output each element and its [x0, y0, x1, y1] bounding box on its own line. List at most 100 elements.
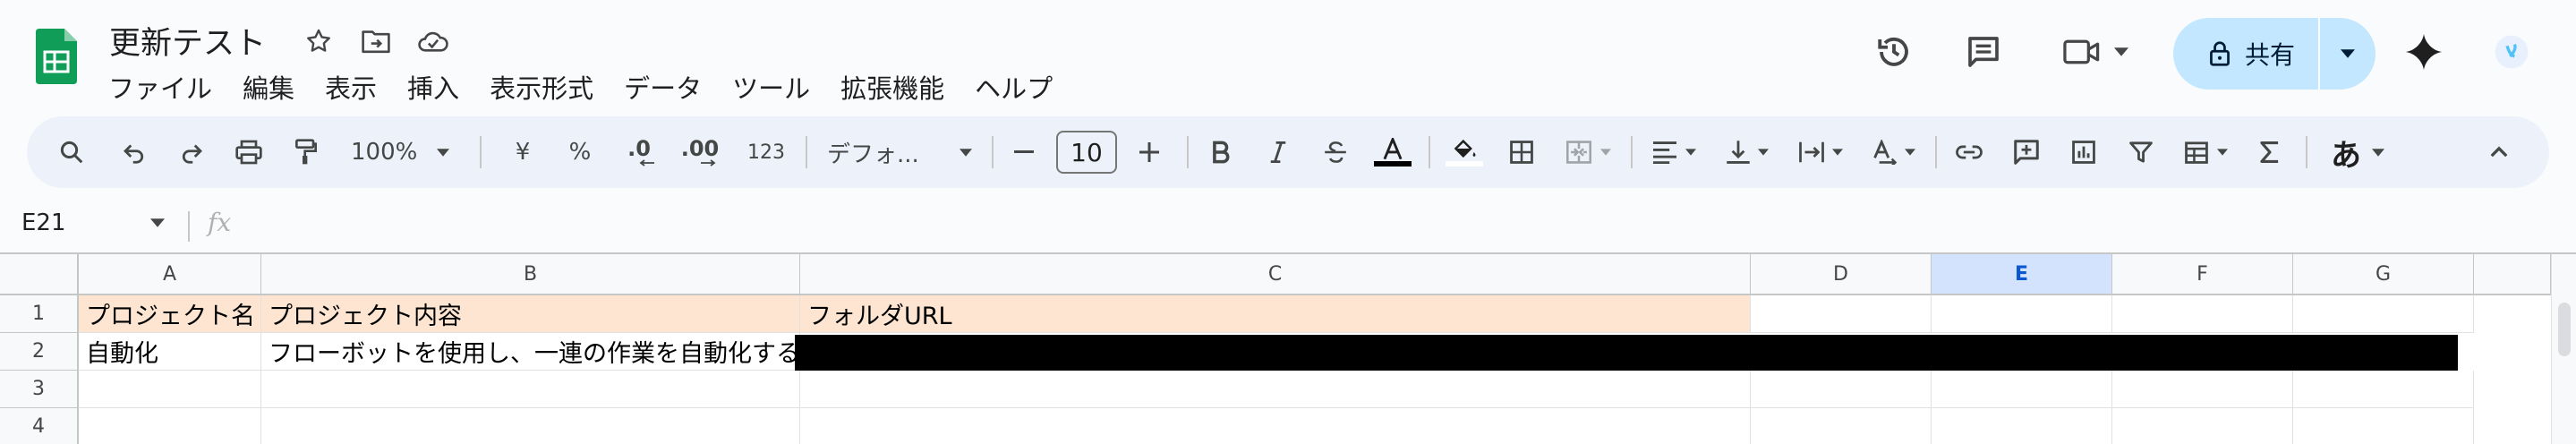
menu-help[interactable]: ヘルプ: [960, 64, 1068, 106]
row-header-4[interactable]: 4: [0, 408, 79, 444]
sheets-logo[interactable]: [36, 29, 77, 84]
increase-font-size-button[interactable]: [1124, 127, 1174, 177]
name-box[interactable]: E21: [21, 209, 66, 236]
search-icon[interactable]: [47, 127, 97, 177]
percent-format-button[interactable]: %: [555, 127, 605, 177]
number-format-button[interactable]: 123: [739, 127, 793, 177]
account-avatar[interactable]: [2486, 27, 2537, 77]
table-icon[interactable]: [2171, 127, 2239, 177]
cell-c4[interactable]: [800, 408, 1751, 444]
cell-f3[interactable]: [2112, 371, 2293, 408]
link-icon[interactable]: [1944, 127, 1994, 177]
history-icon[interactable]: [1869, 27, 1919, 77]
font-family-select[interactable]: デフォ...: [815, 127, 985, 177]
cell-d4[interactable]: [1751, 408, 1932, 444]
currency-format-button[interactable]: ¥: [498, 127, 548, 177]
toolbar-divider: [1429, 136, 1430, 168]
font-size-input[interactable]: 10: [1056, 131, 1117, 174]
merge-icon[interactable]: [1552, 127, 1624, 177]
column-header-d[interactable]: D: [1751, 254, 1932, 295]
text-color-icon[interactable]: [1364, 127, 1421, 177]
italic-icon[interactable]: [1253, 127, 1303, 177]
decrease-font-size-button[interactable]: [999, 127, 1049, 177]
menu-data[interactable]: データ: [609, 64, 717, 106]
cell-d1[interactable]: [1751, 295, 1932, 333]
comment-icon[interactable]: [1958, 27, 2009, 77]
column-header-f[interactable]: F: [2112, 254, 2293, 295]
document-title[interactable]: 更新テスト: [109, 18, 266, 64]
wrap-icon[interactable]: [1787, 127, 1855, 177]
cloud-status-icon[interactable]: [415, 23, 451, 59]
comment-add-icon[interactable]: [2001, 127, 2051, 177]
zoom-select[interactable]: 100%: [342, 127, 458, 177]
cell-a1[interactable]: プロジェクト名: [79, 295, 261, 333]
align-left-icon[interactable]: [1640, 127, 1708, 177]
fill-color-icon[interactable]: [1439, 127, 1489, 177]
column-header-g[interactable]: G: [2293, 254, 2474, 295]
menu-view[interactable]: 表示: [310, 64, 392, 106]
vertical-scrollbar-thumb[interactable]: [2558, 303, 2571, 356]
toolbar-divider: [2306, 136, 2307, 168]
video-icon[interactable]: [2055, 27, 2136, 77]
undo-icon[interactable]: [109, 127, 159, 177]
cell-e1[interactable]: [1932, 295, 2112, 333]
gemini-icon[interactable]: [2399, 27, 2449, 77]
cell-d3[interactable]: [1751, 371, 1932, 408]
menu-file[interactable]: ファイル: [93, 64, 227, 106]
valign-icon[interactable]: [1713, 127, 1781, 177]
chart-icon[interactable]: [2059, 127, 2109, 177]
cell-b4[interactable]: [261, 408, 800, 444]
cell-b2[interactable]: フローボットを使用し、一連の作業を自動化する: [261, 333, 800, 371]
row-header-3[interactable]: 3: [0, 371, 79, 408]
cell-e4[interactable]: [1932, 408, 2112, 444]
cell-a4[interactable]: [79, 408, 261, 444]
star-icon[interactable]: [301, 23, 337, 59]
sum-icon[interactable]: [2245, 127, 2295, 177]
column-header-a[interactable]: A: [79, 254, 261, 295]
cell-f4[interactable]: [2112, 408, 2293, 444]
chevron-down-icon[interactable]: [150, 218, 165, 227]
decrease-decimal-button[interactable]: .0: [612, 127, 666, 177]
print-icon[interactable]: [224, 127, 274, 177]
collapse-icon[interactable]: [2474, 127, 2524, 177]
column-header-c[interactable]: C: [800, 254, 1751, 295]
column-header-b[interactable]: B: [261, 254, 800, 295]
menu-tools[interactable]: ツール: [717, 64, 825, 106]
fx-icon: fx: [208, 208, 232, 237]
column-header-e[interactable]: E: [1932, 254, 2112, 295]
menu-insert[interactable]: 挿入: [392, 64, 474, 106]
cell-b3[interactable]: [261, 371, 800, 408]
input-tools-button[interactable]: あ: [2315, 127, 2401, 177]
menu-edit[interactable]: 編集: [227, 64, 310, 106]
toolbar: 100% ¥ % .0 .00 123 デフォ... 10 あ: [27, 116, 2549, 188]
cell-c1[interactable]: フォルダURL: [800, 295, 1751, 333]
cell-a3[interactable]: [79, 371, 261, 408]
cell-g1[interactable]: [2293, 295, 2474, 333]
rotate-icon[interactable]: [1860, 127, 1928, 177]
cell-b1[interactable]: プロジェクト内容: [261, 295, 800, 333]
font-family-value: デフォ...: [827, 141, 919, 168]
cell-f1[interactable]: [2112, 295, 2293, 333]
cell-a2[interactable]: 自動化: [79, 333, 261, 371]
bold-icon[interactable]: [1196, 127, 1246, 177]
cell-g3[interactable]: [2293, 371, 2474, 408]
redo-icon[interactable]: [166, 127, 217, 177]
paint-format-icon[interactable]: [281, 127, 331, 177]
cell-c3[interactable]: [800, 371, 1751, 408]
row-header-2[interactable]: 2: [0, 333, 79, 371]
column-header-h[interactable]: [2474, 254, 2551, 295]
increase-decimal-button[interactable]: .00: [673, 127, 727, 177]
filter-icon[interactable]: [2116, 127, 2166, 177]
move-folder-icon[interactable]: [358, 23, 394, 59]
toolbar-divider: [1631, 136, 1633, 168]
share-options-button[interactable]: [2320, 18, 2376, 90]
select-all-corner[interactable]: [0, 254, 79, 295]
menu-extensions[interactable]: 拡張機能: [825, 64, 960, 106]
strikethrough-icon[interactable]: [1310, 127, 1361, 177]
row-header-1[interactable]: 1: [0, 295, 79, 333]
borders-icon[interactable]: [1497, 127, 1547, 177]
cell-e3[interactable]: [1932, 371, 2112, 408]
cell-g4[interactable]: [2293, 408, 2474, 444]
share-button[interactable]: 共有: [2173, 18, 2318, 90]
menu-format[interactable]: 表示形式: [474, 64, 609, 106]
